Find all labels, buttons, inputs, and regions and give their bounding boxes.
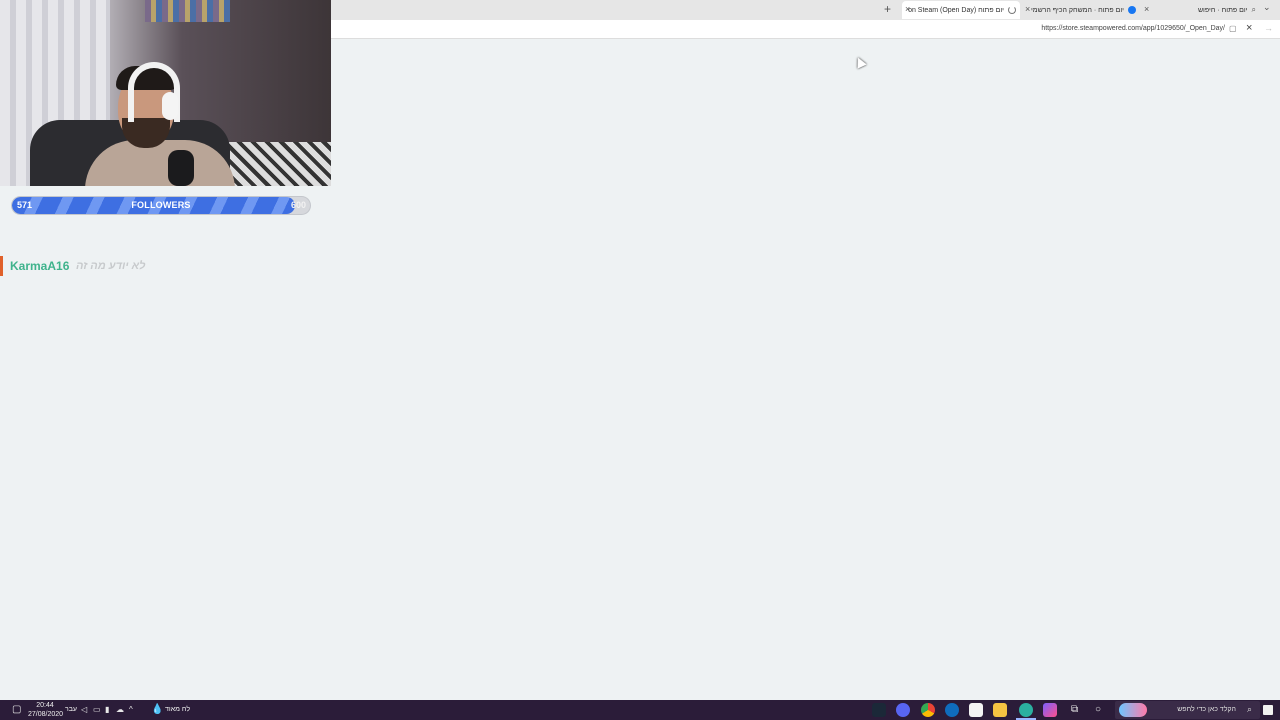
weather-text[interactable]: לח מאוד — [165, 706, 190, 714]
followers-goal: 600 — [290, 200, 306, 210]
volume-icon[interactable]: ◁ — [81, 703, 87, 717]
clock-date[interactable]: 27/08/2020 — [28, 711, 63, 719]
lock-icon: ▢ — [1229, 24, 1237, 33]
chat-text: לא יודע מה זה — [76, 260, 146, 272]
taskbar-search-box[interactable]: הקלד כאן כדי לחפש ⌕ — [1115, 701, 1260, 719]
webcam-feed — [0, 0, 331, 186]
url-text[interactable]: https://store.steampowered.com/app/10296… — [1041, 25, 1225, 32]
browser-icon[interactable] — [1019, 703, 1033, 717]
cloud-icon[interactable]: ☁ — [116, 703, 124, 717]
tab-close-icon[interactable]: × — [1025, 4, 1030, 14]
task-view-icon[interactable]: ⧉ — [1071, 703, 1078, 717]
tab-close-icon[interactable]: × — [905, 4, 910, 14]
chrome-icon[interactable] — [921, 703, 935, 717]
tab-label: יום פתוח (Open Day) on Steam — [908, 6, 1004, 14]
discord-icon[interactable] — [896, 703, 910, 717]
notification-center-icon[interactable]: ▢ — [12, 703, 21, 717]
tab-facebook[interactable]: יום פתוח · המשחק הכיף הרשמי — [1025, 1, 1140, 19]
search-icon: ⌕ — [1246, 704, 1252, 714]
microphone-tray-icon[interactable]: ▮ — [105, 703, 109, 717]
steam-icon[interactable] — [872, 703, 886, 717]
tab-close-icon[interactable]: × — [1144, 4, 1149, 14]
microphone-icon — [168, 150, 194, 186]
tab-search[interactable]: ⌕ יום פתוח · חיפוש — [1160, 1, 1260, 19]
search-illustration-icon — [1119, 703, 1147, 717]
cortana-icon[interactable]: ○ — [1095, 703, 1101, 717]
stop-loading-button[interactable]: × — [1246, 22, 1252, 34]
chat-username: KarmaA16 — [10, 259, 70, 273]
file-explorer-icon[interactable] — [993, 703, 1007, 717]
followers-goal-bar: FOLLOWERS 571 600 — [12, 197, 310, 214]
copilot-icon[interactable] — [1043, 703, 1057, 717]
windows-start-icon[interactable] — [1263, 705, 1273, 715]
followers-current: 571 — [17, 200, 33, 210]
search-placeholder: הקלד כאן כדי לחפש — [1177, 706, 1236, 713]
chat-accent-bar — [0, 256, 3, 276]
loading-icon — [1008, 6, 1016, 14]
tab-label: יום פתוח · המשחק הכיף הרשמי — [1030, 6, 1124, 14]
clock-time[interactable]: 20:44 — [30, 702, 60, 710]
tab-steam-open-day[interactable]: יום פתוח (Open Day) on Steam — [902, 1, 1020, 19]
chevron-up-icon[interactable]: ^ — [129, 703, 133, 717]
chat-message: KarmaA16 לא יודע מה זה — [0, 256, 260, 276]
search-icon: ⌕ — [1251, 5, 1256, 14]
facebook-icon — [1128, 6, 1136, 14]
edge-icon[interactable] — [945, 703, 959, 717]
store-icon[interactable] — [969, 703, 983, 717]
weather-drop-icon[interactable]: 💧 — [151, 703, 163, 717]
tab-label: יום פתוח · חיפוש — [1197, 6, 1248, 14]
taskbar: ▢ 20:44 27/08/2020 עבר ◁ ▭ ▮ ☁ ^ 💧 לח מא… — [0, 700, 1280, 720]
forward-button[interactable]: → — [1264, 23, 1273, 33]
new-tab-button[interactable]: + — [884, 2, 891, 16]
tab-menu-chevron-icon[interactable]: ⌄ — [1263, 2, 1271, 13]
followers-label: FOLLOWERS — [131, 200, 191, 210]
language-indicator[interactable]: עבר — [65, 706, 77, 714]
network-icon[interactable]: ▭ — [93, 703, 101, 717]
